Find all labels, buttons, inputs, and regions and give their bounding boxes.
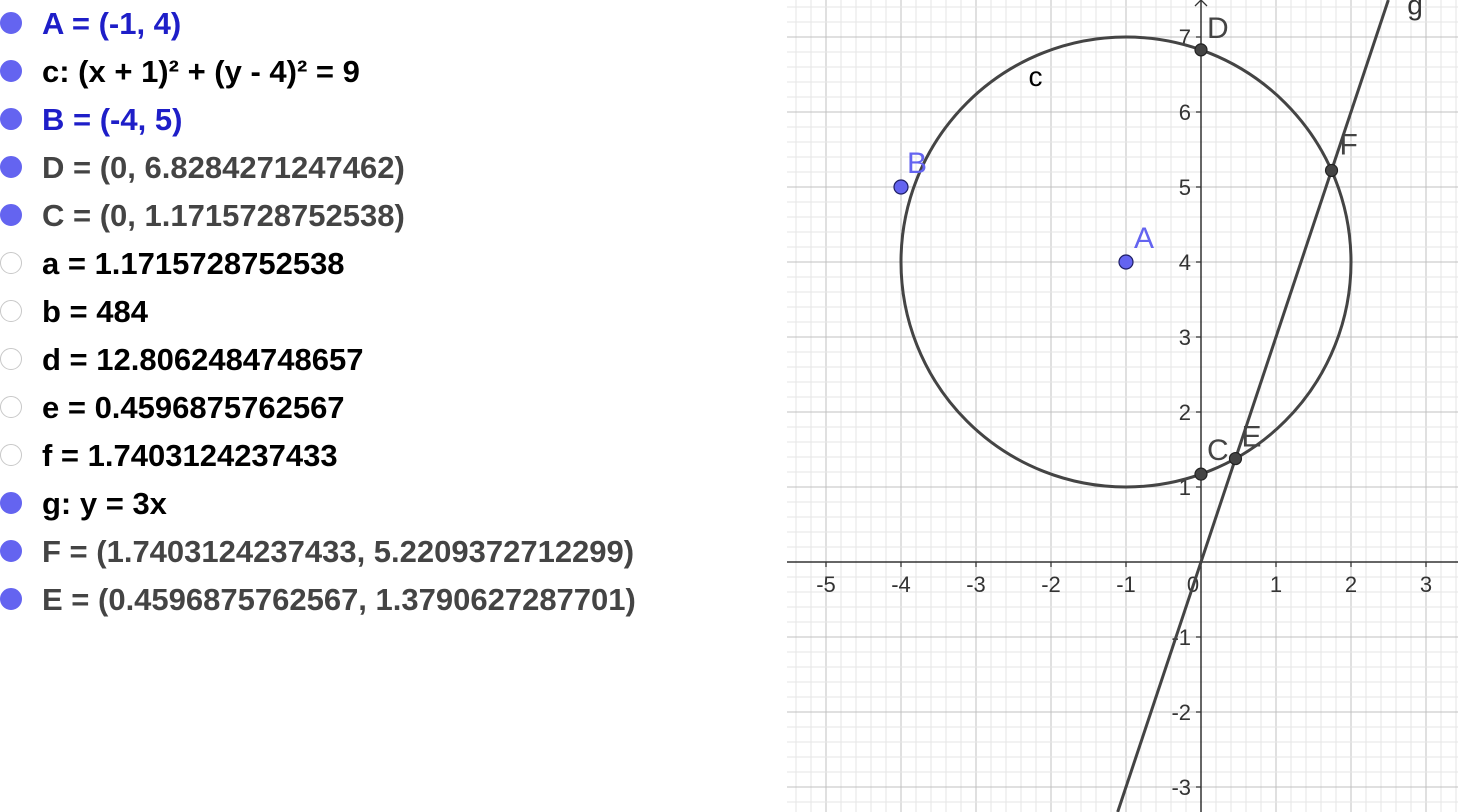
algebra-item-text[interactable]: A = (-1, 4): [42, 0, 181, 48]
line-g[interactable]: [1116, 0, 1390, 812]
algebra-item[interactable]: F = (1.7403124237433, 5.2209372712299): [0, 528, 787, 576]
algebra-item-text[interactable]: e = 0.4596875762567: [42, 384, 345, 432]
x-tick-label: 2: [1345, 572, 1357, 597]
point-e[interactable]: [1228, 451, 1243, 466]
point-f[interactable]: [1324, 163, 1339, 178]
algebra-item-text[interactable]: b = 484: [42, 288, 148, 336]
y-tick-label: 2: [1179, 400, 1191, 425]
algebra-item-text[interactable]: f = 1.7403124237433: [42, 432, 338, 480]
y-tick-label: 6: [1179, 100, 1191, 125]
algebra-item[interactable]: c: (x + 1)² + (y - 4)² = 9: [0, 48, 787, 96]
point-label-d: D: [1207, 12, 1229, 45]
x-tick-label: 3: [1420, 572, 1432, 597]
visibility-toggle-icon[interactable]: [0, 492, 22, 514]
point-d[interactable]: [1194, 43, 1208, 57]
graphics-canvas[interactable]: -5-4-3-2-101231234567-1-2-3cgABDCFE: [787, 0, 1458, 812]
algebra-item-text[interactable]: d = 12.8062484748657: [42, 336, 364, 384]
y-tick-label: 4: [1179, 250, 1191, 275]
circle-label: c: [1029, 61, 1043, 92]
algebra-item-text[interactable]: E = (0.4596875762567, 1.3790627287701): [42, 576, 636, 624]
algebra-item[interactable]: C = (0, 1.1715728752538): [0, 192, 787, 240]
algebra-item[interactable]: E = (0.4596875762567, 1.3790627287701): [0, 576, 787, 624]
visibility-toggle-icon[interactable]: [0, 204, 22, 226]
algebra-item[interactable]: D = (0, 6.8284271247462): [0, 144, 787, 192]
graphics-view[interactable]: -5-4-3-2-101231234567-1-2-3cgABDCFE: [787, 0, 1458, 812]
visibility-toggle-icon[interactable]: [0, 588, 22, 610]
x-tick-label: -5: [816, 572, 836, 597]
algebra-item[interactable]: a = 1.1715728752538: [0, 240, 787, 288]
algebra-item-text[interactable]: c: (x + 1)² + (y - 4)² = 9: [42, 48, 360, 96]
visibility-toggle-icon[interactable]: [0, 444, 22, 466]
algebra-item-text[interactable]: a = 1.1715728752538: [42, 240, 345, 288]
y-tick-label: 3: [1179, 325, 1191, 350]
algebra-item[interactable]: A = (-1, 4): [0, 0, 787, 48]
line-label: g: [1407, 0, 1423, 21]
algebra-item[interactable]: b = 484: [0, 288, 787, 336]
x-tick-label: -1: [1116, 572, 1136, 597]
point-c[interactable]: [1194, 467, 1208, 481]
visibility-toggle-icon[interactable]: [0, 540, 22, 562]
algebra-item[interactable]: B = (-4, 5): [0, 96, 787, 144]
point-label-a: A: [1134, 222, 1154, 255]
x-tick-label: -4: [891, 572, 911, 597]
algebra-item[interactable]: g: y = 3x: [0, 480, 787, 528]
visibility-toggle-icon[interactable]: [0, 396, 22, 418]
algebra-item[interactable]: d = 12.8062484748657: [0, 336, 787, 384]
algebra-item-text[interactable]: C = (0, 1.1715728752538): [42, 192, 405, 240]
algebra-view: A = (-1, 4) c: (x + 1)² + (y - 4)² = 9B =…: [0, 0, 787, 812]
visibility-toggle-icon[interactable]: [0, 60, 22, 82]
visibility-toggle-icon[interactable]: [0, 252, 22, 274]
x-tick-label: -3: [966, 572, 986, 597]
y-tick-label: 5: [1179, 175, 1191, 200]
y-tick-label: -3: [1171, 775, 1191, 800]
algebra-item-text[interactable]: g: y = 3x: [42, 480, 167, 528]
visibility-toggle-icon[interactable]: [0, 300, 22, 322]
algebra-item-text[interactable]: B = (-4, 5): [42, 96, 182, 144]
point-b[interactable]: [893, 179, 909, 195]
x-tick-label: 1: [1270, 572, 1282, 597]
point-a[interactable]: [1118, 254, 1134, 270]
visibility-toggle-icon[interactable]: [0, 108, 22, 130]
algebra-item-text[interactable]: D = (0, 6.8284271247462): [42, 144, 405, 192]
visibility-toggle-icon[interactable]: [0, 12, 22, 34]
algebra-item[interactable]: e = 0.4596875762567: [0, 384, 787, 432]
x-tick-label: -2: [1041, 572, 1061, 597]
point-label-c: C: [1207, 434, 1229, 467]
visibility-toggle-icon[interactable]: [0, 348, 22, 370]
geogebra-app: A = (-1, 4) c: (x + 1)² + (y - 4)² = 9B =…: [0, 0, 1458, 812]
visibility-toggle-icon[interactable]: [0, 156, 22, 178]
algebra-item-text[interactable]: F = (1.7403124237433, 5.2209372712299): [42, 528, 634, 576]
point-label-e: E: [1241, 421, 1261, 454]
y-tick-label: -2: [1171, 700, 1191, 725]
point-label-f: F: [1340, 128, 1358, 161]
point-label-b: B: [907, 147, 927, 180]
algebra-item[interactable]: f = 1.7403124237433: [0, 432, 787, 480]
